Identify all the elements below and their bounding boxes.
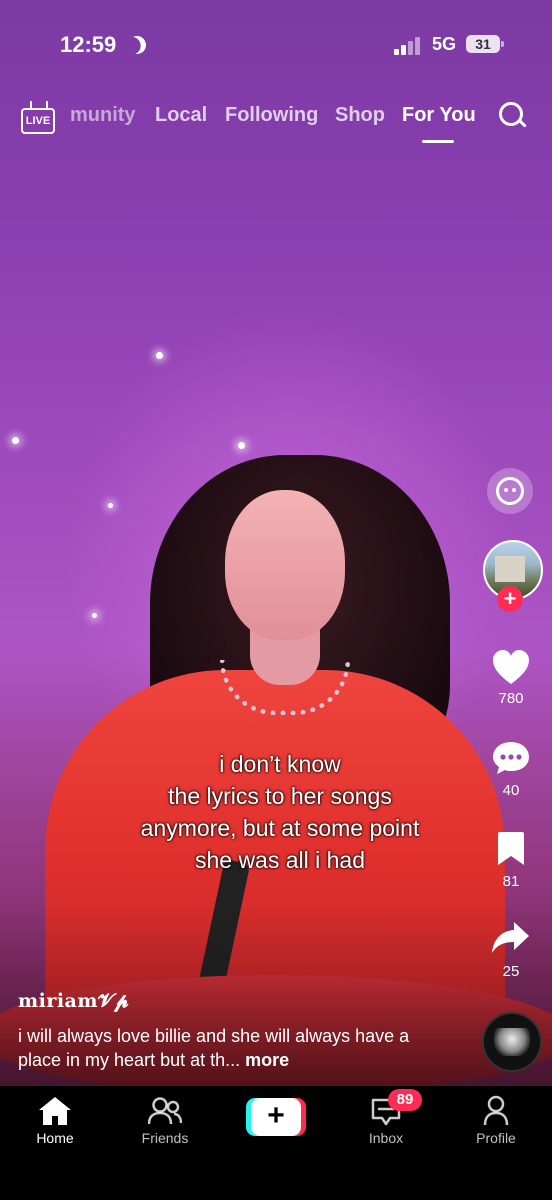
battery-indicator: 31 [466,35,504,53]
heart-icon[interactable] [491,648,531,688]
live-button[interactable]: LIVE [21,101,55,134]
caption-line: she was all i had [194,847,366,873]
tab-community[interactable]: munity [70,104,136,127]
tab-shop[interactable]: Shop [335,104,385,127]
inbox-badge: 89 [388,1089,422,1111]
video-player[interactable]: i don’t know the lyrics to her songs any… [0,0,552,1086]
sparkle [12,437,19,444]
top-nav: LIVE munity Local Following Shop For You [0,90,552,150]
save-count: 81 [502,873,520,890]
friends-icon [148,1097,182,1125]
active-tab-indicator [422,140,454,143]
moon-icon [125,33,150,58]
nav-home-label: Home [36,1130,74,1146]
nav-friends-label: Friends [141,1130,189,1146]
more-link[interactable]: more [245,1050,289,1070]
bookmark-icon[interactable] [495,831,527,867]
post-description[interactable]: i will always love billie and she will a… [18,1024,438,1072]
home-icon [39,1097,71,1125]
sparkle [156,352,163,359]
person-face [225,490,345,640]
sparkle [238,442,245,449]
bottom-nav: Home Friends + Inbox 89 Profile [0,1086,552,1200]
tab-for-you[interactable]: For You [402,104,476,127]
sparkle [108,503,113,508]
share-icon[interactable] [490,920,530,956]
sparkle [92,613,97,618]
comment-icon[interactable] [491,740,531,776]
live-icon: LIVE [21,108,55,134]
tab-local[interactable]: Local [155,104,207,127]
plus-icon: + [251,1098,301,1136]
nav-inbox-label: Inbox [368,1130,404,1146]
description-text: i will always love billie and she will a… [18,1026,410,1070]
status-time: 12:59 [60,32,117,57]
nav-profile-label: Profile [476,1130,516,1146]
search-icon[interactable] [499,102,527,130]
network-type: 5G [432,34,457,54]
status-bar: 12:59 5G 31 [0,0,552,90]
share-count: 25 [502,963,520,980]
profile-icon [483,1095,509,1126]
create-button[interactable]: + [246,1098,306,1136]
caption-line: i don’t know [219,751,341,777]
video-caption: i don’t know the lyrics to her songs any… [80,748,480,876]
caption-line: the lyrics to her songs [168,783,392,809]
album-art [494,1028,530,1056]
follow-button[interactable]: + [497,586,523,612]
ai-chat-icon[interactable] [487,468,533,514]
music-disc[interactable] [482,1012,542,1072]
comment-count: 40 [502,782,520,799]
like-count: 780 [498,690,524,707]
cellular-signal-icon [394,37,424,55]
caption-line: anymore, but at some point [140,815,420,841]
tab-following[interactable]: Following [225,104,318,127]
creator-username[interactable]: miriam𝓥𝓹 [18,990,129,1012]
